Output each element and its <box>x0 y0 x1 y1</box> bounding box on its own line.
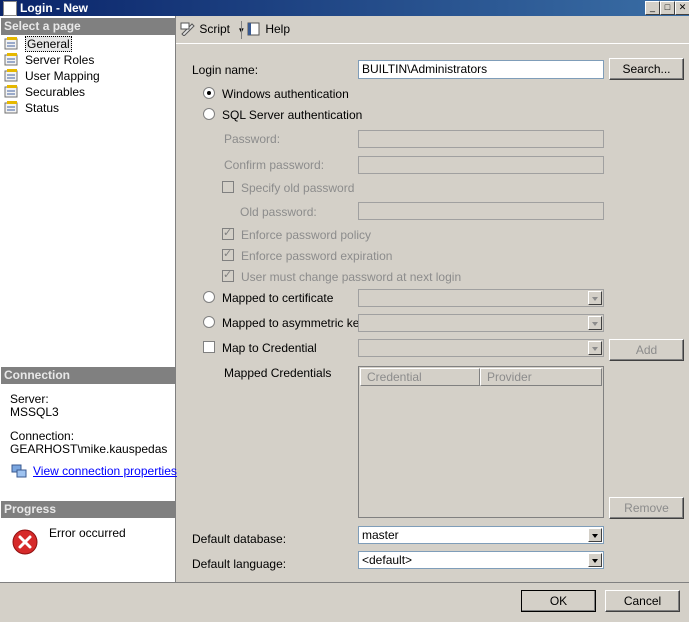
page-status[interactable]: Status <box>4 101 59 116</box>
chevron-down-icon[interactable] <box>588 528 602 542</box>
connection-properties-icon <box>11 464 27 478</box>
credential-select[interactable] <box>358 339 604 357</box>
left-panel: Select a page General Server Roles User … <box>0 16 177 582</box>
default-language-label: Default language: <box>192 557 287 571</box>
mapped-asym-radio[interactable] <box>203 316 215 328</box>
page-icon <box>4 85 18 98</box>
close-button[interactable]: ✕ <box>675 1 689 15</box>
confirm-password-field[interactable] <box>358 156 604 174</box>
page-label: Server Roles <box>25 53 95 67</box>
must-change-label: User must change password at next login <box>241 270 462 284</box>
default-language-select[interactable]: <default> <box>358 551 604 569</box>
add-credential-button[interactable]: Add <box>609 339 684 361</box>
map-credential-checkbox[interactable] <box>203 341 215 353</box>
connection-label: Connection: <box>10 429 75 443</box>
page-icon <box>4 37 18 50</box>
page-label: Securables <box>25 85 86 99</box>
password-field[interactable] <box>358 130 604 148</box>
mapped-credentials-label: Mapped Credentials <box>224 366 332 380</box>
page-label: General <box>25 36 72 52</box>
remove-credential-button[interactable]: Remove <box>609 497 684 519</box>
server-value: MSSQL3 <box>10 405 59 419</box>
page-server-roles[interactable]: Server Roles <box>4 53 94 68</box>
login-name-label: Login name: <box>192 63 259 77</box>
footer-divider <box>0 582 689 583</box>
ok-button[interactable]: OK <box>521 590 596 612</box>
view-connection-properties-link[interactable]: View connection properties <box>33 464 177 478</box>
error-icon <box>12 529 38 555</box>
chevron-down-icon[interactable] <box>588 291 602 305</box>
confirm-password-label: Confirm password: <box>224 158 325 172</box>
help-label: Help <box>265 22 291 36</box>
default-database-select[interactable]: master <box>358 526 604 544</box>
specify-old-password-label: Specify old password <box>241 181 355 195</box>
script-icon <box>180 22 195 37</box>
page-icon <box>4 69 18 82</box>
page-user-mapping[interactable]: User Mapping <box>4 69 100 84</box>
sql-auth-label: SQL Server authentication <box>222 108 363 122</box>
sql-auth-radio[interactable] <box>203 108 215 120</box>
certificate-select[interactable] <box>358 289 604 307</box>
windows-auth-label: Windows authentication <box>222 87 349 101</box>
progress-header: Progress <box>1 501 175 518</box>
specify-old-password-checkbox[interactable] <box>222 181 234 193</box>
chevron-down-icon[interactable] <box>588 341 602 355</box>
column-header-provider[interactable]: Provider <box>480 368 602 386</box>
minimize-button[interactable]: _ <box>645 1 660 15</box>
progress-status: Error occurred <box>49 526 126 540</box>
asymmetric-key-select[interactable] <box>358 314 604 332</box>
script-button[interactable]: Script ▼ <box>180 22 245 37</box>
page-general[interactable]: General <box>4 36 72 52</box>
password-label: Password: <box>224 132 281 146</box>
enforce-expiration-label: Enforce password expiration <box>241 249 393 263</box>
page-icon <box>4 53 18 66</box>
search-button[interactable]: Search... <box>609 58 684 80</box>
help-icon <box>247 22 260 36</box>
script-label: Script <box>199 22 231 36</box>
page-label: Status <box>25 101 60 115</box>
default-language-value: <default> <box>362 553 413 567</box>
server-label: Server: <box>10 392 49 406</box>
title-bar: Login - New _ □ ✕ <box>0 0 689 16</box>
must-change-checkbox[interactable] <box>222 268 234 282</box>
select-page-header: Select a page <box>1 18 175 35</box>
old-password-field[interactable] <box>358 202 604 220</box>
chevron-down-icon[interactable] <box>588 316 602 330</box>
toolbar: Script ▼ Help <box>176 16 689 44</box>
connection-header: Connection <box>1 367 175 384</box>
page-label: User Mapping <box>25 69 100 83</box>
mapped-cert-radio[interactable] <box>203 291 215 303</box>
map-credential-label: Map to Credential <box>222 341 317 355</box>
windows-auth-radio[interactable] <box>203 87 215 99</box>
maximize-button[interactable]: □ <box>660 1 675 15</box>
help-button[interactable]: Help <box>246 22 290 36</box>
connection-value: GEARHOST\mike.kauspedas <box>10 442 168 456</box>
cancel-button[interactable]: Cancel <box>605 590 680 612</box>
old-password-label: Old password: <box>240 205 317 219</box>
default-database-value: master <box>362 528 399 542</box>
window-icon <box>3 1 17 16</box>
toolbar-separator <box>241 21 242 39</box>
enforce-policy-checkbox[interactable] <box>222 226 234 240</box>
mapped-cert-label: Mapped to certificate <box>222 291 334 305</box>
window-title: Login - New <box>20 1 88 15</box>
default-database-label: Default database: <box>192 532 287 546</box>
page-icon <box>4 101 18 114</box>
page-securables[interactable]: Securables <box>4 85 85 100</box>
mapped-asym-label: Mapped to asymmetric key <box>222 316 366 330</box>
column-header-credential[interactable]: Credential <box>360 368 480 386</box>
enforce-expiration-checkbox[interactable] <box>222 247 234 261</box>
chevron-down-icon[interactable] <box>588 553 602 567</box>
enforce-policy-label: Enforce password policy <box>241 228 372 242</box>
mapped-credentials-list[interactable]: Credential Provider <box>358 366 604 518</box>
login-name-input[interactable]: BUILTIN\Administrators <box>358 60 604 79</box>
